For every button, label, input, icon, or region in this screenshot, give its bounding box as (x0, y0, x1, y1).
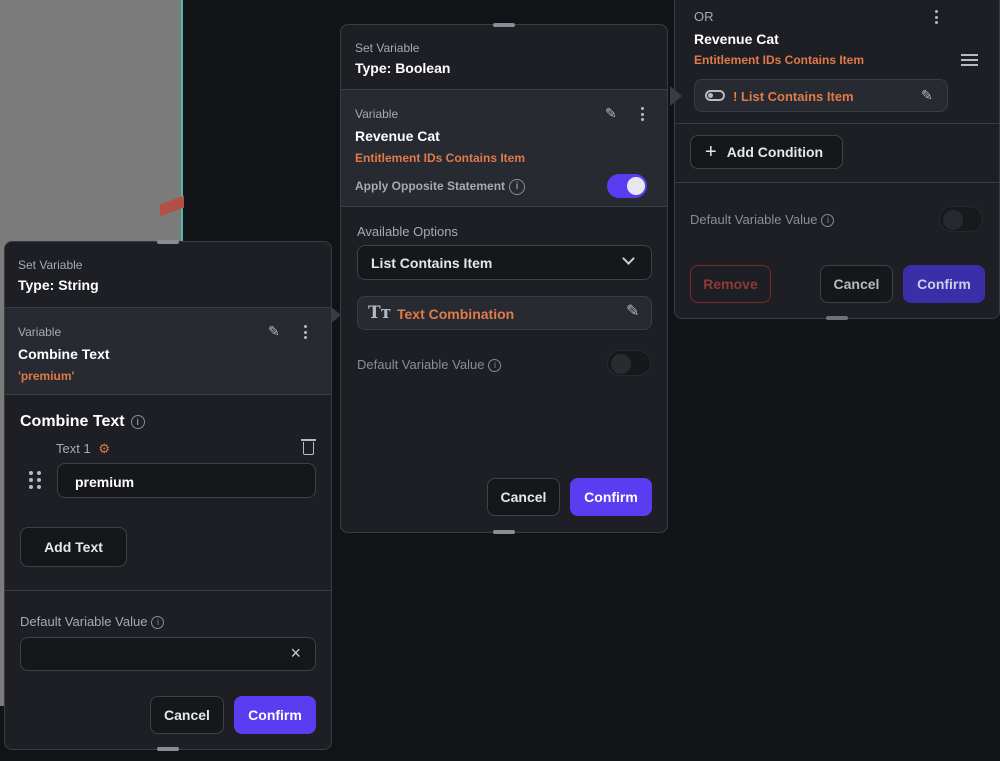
text-combination-label: Text Combination (397, 306, 515, 322)
default-value-toggle[interactable] (939, 206, 983, 232)
edit-icon[interactable]: ✎ (921, 88, 933, 102)
condition-menu-icon[interactable] (935, 10, 939, 27)
edit-icon[interactable]: ✎ (626, 304, 639, 320)
default-value-text: Default Variable Value (690, 212, 818, 227)
cancel-button[interactable]: Cancel (150, 696, 224, 734)
resize-handle[interactable] (157, 747, 179, 751)
string-variable-panel: Set Variable Type: String Variable ✎ Com… (4, 240, 332, 751)
options-select[interactable]: List Contains Item (357, 245, 652, 280)
add-condition-label: Add Condition (726, 144, 824, 160)
add-text-button[interactable]: Add Text (20, 527, 127, 567)
clear-icon[interactable]: × (290, 644, 301, 662)
plus-icon: + (705, 141, 717, 163)
drag-handle-icon[interactable] (29, 471, 41, 489)
text-type-icon: Tт (368, 303, 392, 323)
condition-panel: OR Revenue Cat Entitlement IDs Contains … (674, 0, 1000, 320)
chevron-down-icon (622, 252, 635, 265)
confirm-button[interactable]: Confirm (903, 265, 985, 303)
trash-icon[interactable] (301, 439, 316, 455)
available-options-label: Available Options (357, 224, 458, 239)
condition-or-label: OR (694, 9, 714, 24)
resize-handle[interactable] (157, 240, 179, 244)
text-item-label: Text 1 ⚙ (56, 441, 110, 457)
text-item-label-text: Text 1 (56, 441, 91, 456)
panel-header-type: Type: Boolean (355, 60, 451, 76)
apply-opposite-label: Apply Opposite Statement i (355, 179, 526, 195)
add-condition-button[interactable]: + Add Condition (690, 135, 843, 169)
combine-text-title: Combine Text i (20, 413, 145, 431)
default-value-label: Default Variable Value i (357, 357, 502, 373)
info-icon: i (488, 359, 502, 373)
variable-name: Revenue Cat (355, 128, 440, 144)
canvas-shape (160, 195, 184, 217)
info-icon: i (509, 179, 526, 195)
variable-name: Combine Text (18, 346, 110, 362)
variable-label: Variable (18, 325, 62, 339)
panel-header-type: Type: String (18, 277, 99, 293)
section-divider (675, 123, 1000, 124)
resize-handle[interactable] (826, 316, 848, 320)
toggle-icon (705, 90, 725, 101)
default-value-text: Default Variable Value (357, 357, 485, 372)
condition-chip[interactable]: ! List Contains Item ✎ (694, 79, 948, 112)
apply-opposite-toggle[interactable] (607, 174, 647, 198)
default-value-toggle[interactable] (607, 350, 651, 376)
condition-value: Entitlement IDs Contains Item (694, 53, 865, 67)
default-value-input[interactable]: × (20, 637, 316, 671)
drag-handle-icon[interactable] (961, 54, 978, 66)
resize-handle[interactable] (493, 23, 515, 27)
boolean-variable-panel: Set Variable Type: Boolean Variable ✎ Re… (329, 23, 668, 534)
cancel-button[interactable]: Cancel (820, 265, 893, 303)
condition-chip-label: ! List Contains Item (733, 89, 854, 104)
variable-section: Variable ✎ Revenue Cat Entitlement IDs C… (341, 89, 667, 207)
info-icon: i (151, 616, 165, 630)
panel-header-small: Set Variable (18, 258, 83, 272)
edit-icon[interactable]: ✎ (268, 324, 280, 338)
settings-sliders-icon[interactable]: ⚙ (98, 441, 110, 456)
text-combination-field[interactable]: Tт Text Combination ✎ (357, 296, 652, 330)
panel-header-small: Set Variable (355, 41, 420, 55)
section-divider (5, 590, 331, 591)
info-icon: i (130, 414, 145, 429)
variable-label: Variable (355, 107, 399, 121)
variable-value: Entitlement IDs Contains Item (355, 151, 526, 165)
condition-name: Revenue Cat (694, 31, 779, 47)
section-divider (675, 182, 1000, 183)
default-value-text: Default Variable Value (20, 614, 148, 629)
selected-option: List Contains Item (371, 255, 493, 271)
default-value-label: Default Variable Value i (690, 212, 835, 228)
connector-arrow (670, 86, 682, 106)
confirm-button[interactable]: Confirm (234, 696, 316, 734)
variable-section: Variable ✎ Combine Text 'premium' (5, 307, 331, 395)
resize-handle[interactable] (493, 530, 515, 534)
variable-menu-icon[interactable] (304, 325, 308, 342)
remove-button[interactable]: Remove (690, 265, 771, 303)
text-1-input[interactable]: premium (57, 463, 316, 498)
combine-text-title-text: Combine Text (20, 413, 125, 430)
variable-value: 'premium' (18, 369, 75, 383)
confirm-button[interactable]: Confirm (570, 478, 652, 516)
info-icon: i (821, 214, 835, 228)
variable-menu-icon[interactable] (641, 107, 645, 124)
text-1-value: premium (75, 474, 135, 490)
default-value-label: Default Variable Value i (20, 614, 165, 630)
edit-icon[interactable]: ✎ (605, 106, 617, 120)
apply-opposite-text: Apply Opposite Statement (355, 179, 506, 194)
cancel-button[interactable]: Cancel (487, 478, 560, 516)
